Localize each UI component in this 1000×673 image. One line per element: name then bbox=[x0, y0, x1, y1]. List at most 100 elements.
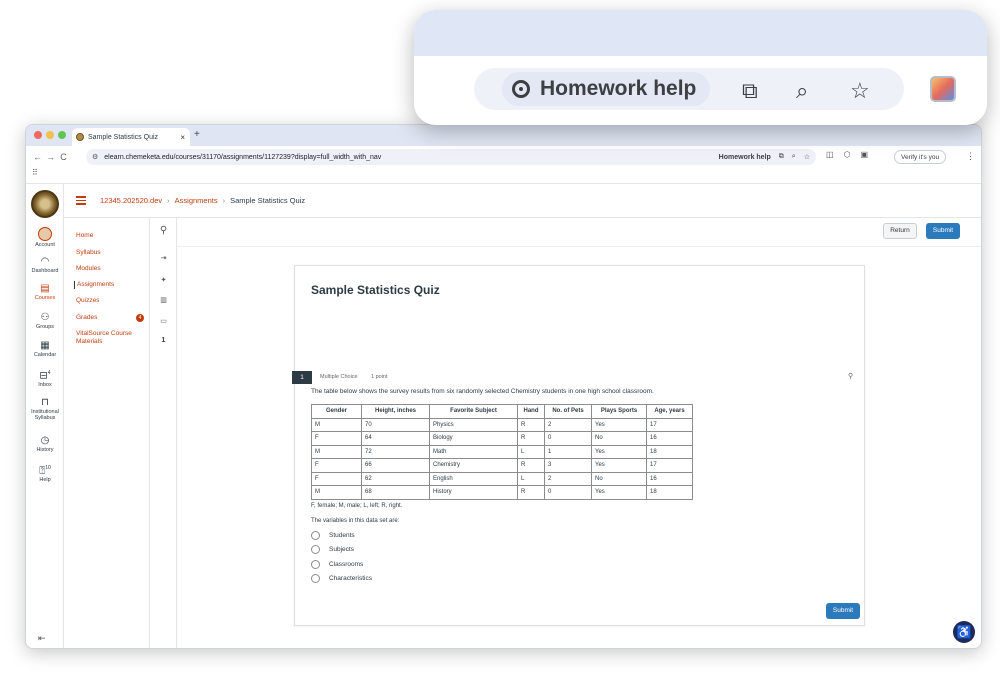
answer-option[interactable]: Students bbox=[311, 531, 355, 540]
breadcrumb-course[interactable]: 12345.202520.dev bbox=[100, 196, 162, 205]
install-app-icon[interactable]: ⧉ bbox=[779, 153, 784, 161]
course-nav-syllabus[interactable]: Syllabus bbox=[76, 249, 146, 257]
nav-account[interactable]: Account bbox=[26, 227, 64, 248]
apps-grid-icon[interactable]: ⠿ bbox=[32, 168, 38, 177]
maximize-window-dot[interactable] bbox=[58, 131, 66, 139]
course-nav-modules[interactable]: Modules bbox=[76, 265, 146, 273]
table-header-row: Gender Height, inches Favorite Subject H… bbox=[311, 404, 693, 419]
institution-logo[interactable] bbox=[31, 190, 59, 218]
nav-inbox-label: Inbox bbox=[38, 382, 52, 389]
accessibility-icon[interactable]: ♿ bbox=[953, 621, 975, 643]
site-settings-icon[interactable]: ⚙ bbox=[92, 153, 98, 161]
radio-button[interactable] bbox=[311, 531, 320, 540]
browser-menu-icon[interactable]: ⋮ bbox=[966, 151, 975, 162]
nav-institutional-syllabus[interactable]: ⊓ Institutional Syllabus bbox=[26, 397, 64, 421]
extension-icon[interactable] bbox=[930, 76, 956, 102]
table-header: Hand bbox=[517, 404, 545, 419]
bookmark-icon: ⊓ bbox=[41, 397, 49, 408]
history-icon: ◷ bbox=[40, 435, 50, 446]
table-cell: No bbox=[591, 471, 647, 486]
nav-help[interactable]: ⍰10 Help bbox=[26, 463, 64, 483]
extensions-puzzle-icon[interactable]: ⬡ bbox=[844, 150, 851, 159]
tab-strip: Sample Statistics Quiz × + bbox=[26, 125, 981, 146]
table-header: Favorite Subject bbox=[429, 404, 518, 419]
question-type: Multiple Choice bbox=[320, 374, 358, 380]
url-text: elearn.chemeketa.edu/courses/31170/assig… bbox=[104, 153, 382, 161]
groups-icon: ⚇ bbox=[40, 312, 50, 323]
browser-tab[interactable]: Sample Statistics Quiz × bbox=[72, 128, 190, 146]
bookmark-star-icon[interactable]: ☆ bbox=[804, 153, 810, 161]
collapse-nav-icon[interactable]: ⇤ bbox=[38, 633, 46, 644]
nav-dashboard[interactable]: ◠ Dashboard bbox=[26, 256, 64, 274]
radio-button[interactable] bbox=[311, 560, 320, 569]
table-cell: L bbox=[517, 444, 545, 459]
pin-icon[interactable]: ✦ bbox=[150, 276, 177, 284]
back-icon[interactable]: ← bbox=[31, 152, 44, 162]
submit-button[interactable]: Submit bbox=[826, 603, 860, 619]
question-nav-item[interactable]: 1 bbox=[150, 337, 177, 344]
table-row: F 62 English L 2 No 16 bbox=[311, 471, 693, 486]
bookmark-star-icon[interactable]: ☆ bbox=[850, 78, 870, 104]
table-header: Gender bbox=[311, 404, 362, 419]
screenshot-stage: Sample Statistics Quiz × + ← → C ⚙ elear… bbox=[0, 0, 1000, 673]
nav-groups-label: Groups bbox=[35, 324, 55, 330]
course-nav-quizzes[interactable]: Quizzes bbox=[76, 297, 146, 305]
return-button[interactable]: Return bbox=[883, 223, 917, 239]
table-cell: 17 bbox=[646, 417, 693, 432]
minimize-window-dot[interactable] bbox=[46, 131, 54, 139]
expand-panel-icon[interactable]: ⇥ bbox=[150, 254, 177, 262]
nav-inbox[interactable]: ⊟4 Inbox bbox=[26, 368, 64, 388]
table-cell: 18 bbox=[646, 485, 693, 500]
nav-courses[interactable]: ▤ Courses bbox=[26, 283, 64, 301]
table-cell: R bbox=[517, 458, 545, 473]
side-panel-icon[interactable]: ▣ bbox=[861, 150, 869, 159]
calculator-icon[interactable]: ▥ bbox=[150, 296, 177, 304]
page-title: Sample Statistics Quiz bbox=[311, 283, 440, 297]
table-cell: 1 bbox=[544, 444, 592, 459]
radio-button[interactable] bbox=[311, 574, 320, 583]
course-nav-assignments[interactable]: Assignments bbox=[74, 281, 144, 289]
reload-icon[interactable]: C bbox=[57, 152, 70, 162]
hamburger-menu-icon[interactable] bbox=[76, 194, 86, 207]
answer-option[interactable]: Classrooms bbox=[311, 560, 363, 569]
table-cell: Yes bbox=[591, 417, 647, 432]
flag-question-icon[interactable]: ⚲ bbox=[848, 372, 853, 380]
table-header: Height, inches bbox=[361, 404, 430, 419]
table-cell: 70 bbox=[361, 417, 430, 432]
verify-profile-button[interactable]: Verify it's you bbox=[894, 150, 947, 164]
rocket-icon[interactable]: ⚲ bbox=[150, 225, 177, 236]
nav-history[interactable]: ◷ History bbox=[26, 435, 64, 453]
answer-option[interactable]: Characteristics bbox=[311, 574, 372, 583]
notes-icon[interactable]: ▭ bbox=[150, 317, 177, 325]
nav-calendar[interactable]: ▦ Calendar bbox=[26, 340, 64, 358]
close-tab-icon[interactable]: × bbox=[180, 133, 185, 142]
forward-icon[interactable]: → bbox=[44, 152, 57, 162]
course-nav-home[interactable]: Home bbox=[76, 232, 146, 240]
table-cell: 16 bbox=[646, 431, 693, 446]
table-cell: R bbox=[517, 431, 545, 446]
breadcrumb-separator: › bbox=[222, 196, 226, 205]
submit-button-top[interactable]: Submit bbox=[926, 223, 960, 239]
homework-help-chip-zoomed[interactable]: Homework help bbox=[502, 72, 711, 106]
nav-help-label: Help bbox=[39, 477, 51, 484]
zoom-icon[interactable]: ⌕ bbox=[792, 153, 796, 161]
address-bar[interactable]: ⚙ elearn.chemeketa.edu/courses/31170/ass… bbox=[86, 149, 816, 165]
radio-button[interactable] bbox=[311, 545, 320, 554]
nav-groups[interactable]: ⚇ Groups bbox=[26, 312, 64, 330]
close-window-dot[interactable] bbox=[34, 131, 42, 139]
nav-dashboard-label: Dashboard bbox=[31, 268, 59, 274]
new-tab-icon[interactable]: + bbox=[194, 129, 200, 140]
inbox-count: 4 bbox=[47, 370, 51, 376]
toolbar-extensions: ◫ ⬡ ▣ bbox=[826, 150, 868, 159]
install-app-icon[interactable]: ⧉ bbox=[742, 78, 758, 104]
nav-account-label: Account bbox=[35, 242, 55, 248]
zoom-icon[interactable]: ⌕ bbox=[796, 78, 808, 104]
course-nav-vitalsource[interactable]: VitalSource Course Materials bbox=[76, 330, 146, 346]
table-cell: Math bbox=[429, 444, 518, 459]
zoom-toolbar: Homework help ⧉ ⌕ ☆ bbox=[414, 56, 987, 125]
answer-option[interactable]: Subjects bbox=[311, 545, 354, 554]
homework-help-chip[interactable]: Homework help bbox=[719, 154, 771, 161]
breadcrumb-assignments[interactable]: Assignments bbox=[175, 196, 218, 205]
extension-icon[interactable]: ◫ bbox=[826, 150, 834, 159]
table-cell: R bbox=[517, 417, 545, 432]
